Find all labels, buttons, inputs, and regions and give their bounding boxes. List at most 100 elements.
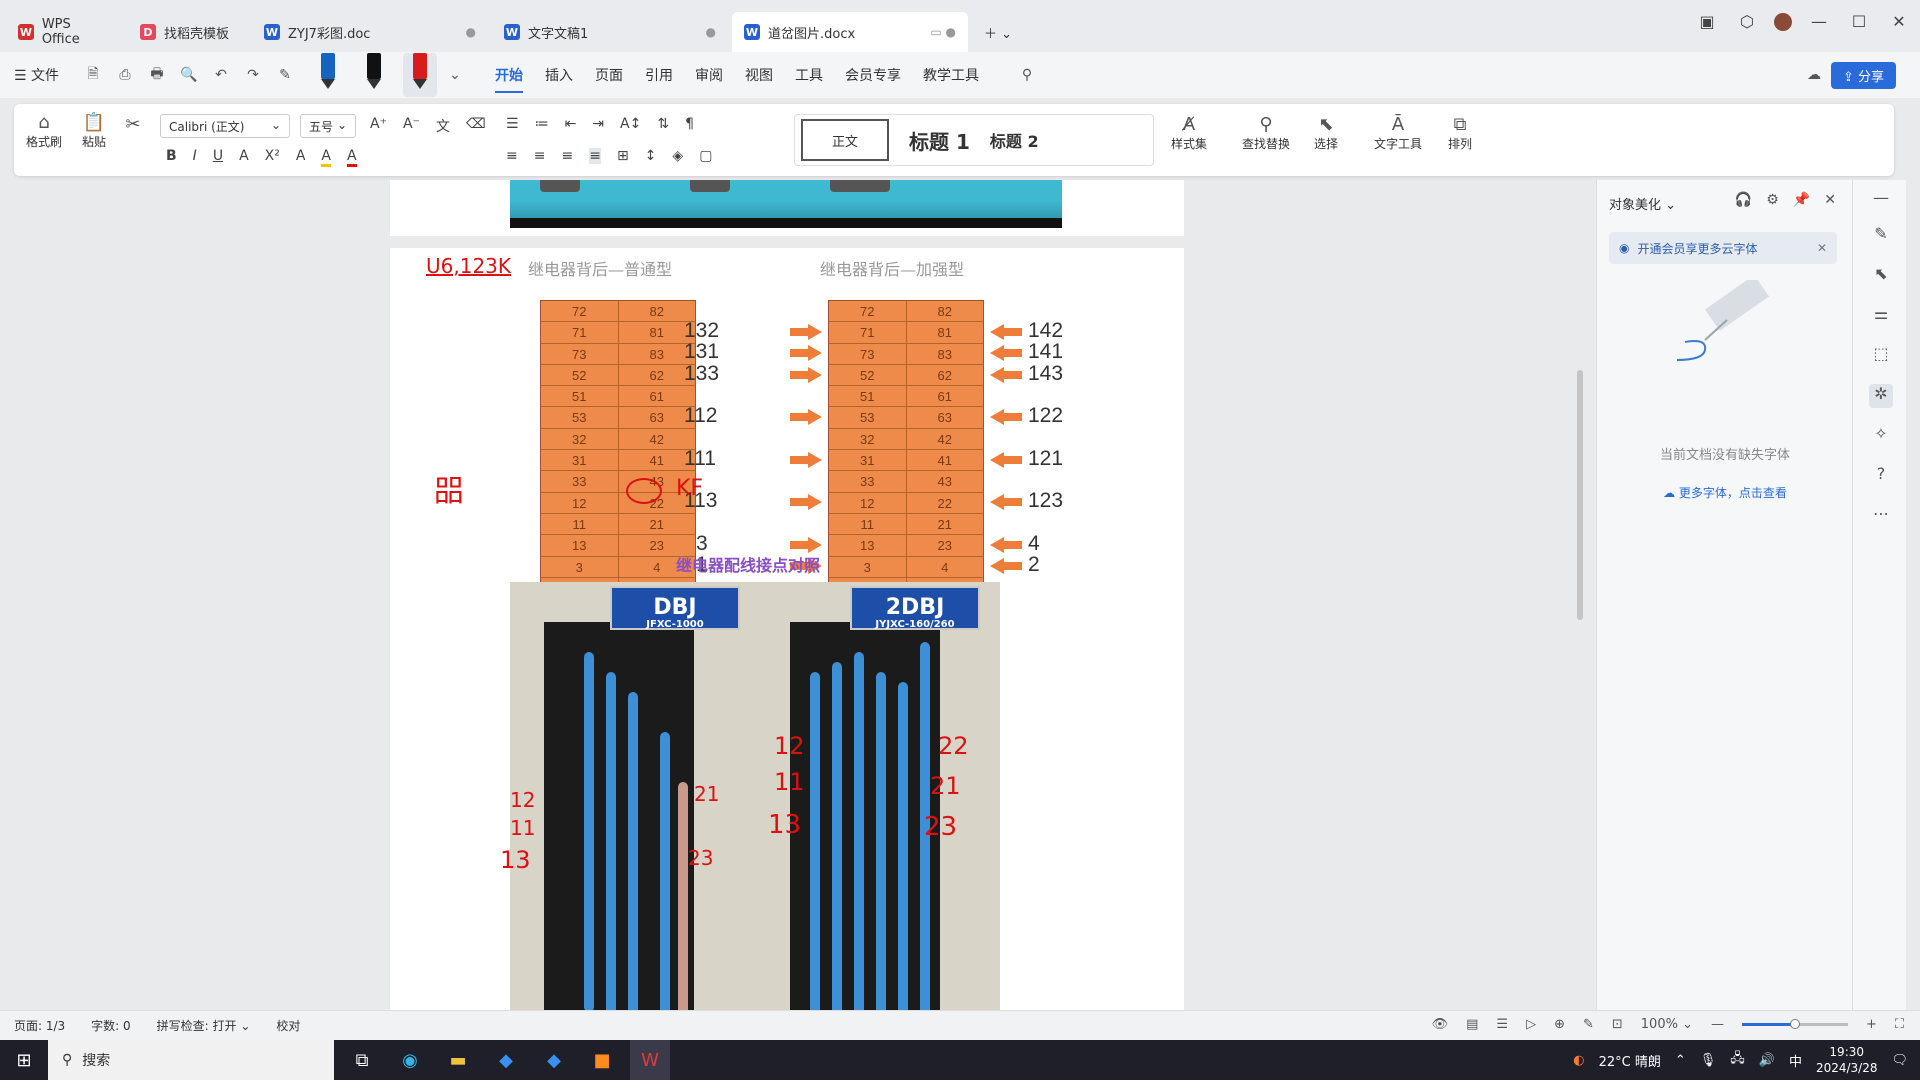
search-icon[interactable]: ⚲ (1015, 63, 1039, 87)
minimize-button[interactable]: — (1806, 12, 1832, 31)
select-button[interactable]: ⬉ 选择 (1304, 114, 1348, 152)
cut-icon[interactable]: ✂ (122, 114, 144, 135)
menu-tab-0[interactable]: 开始 (495, 65, 524, 93)
underline-button[interactable]: U (213, 148, 223, 167)
avatar[interactable] (1774, 12, 1792, 31)
shrink-font-icon[interactable]: A⁻ (403, 116, 420, 136)
file-menu[interactable]: ☰ 文件 (14, 65, 59, 85)
indent-icon[interactable]: ⇥ (592, 116, 604, 132)
distribute-icon[interactable]: ⊞ (617, 148, 629, 164)
help-icon[interactable]: ? (1869, 464, 1893, 488)
show-marks-icon[interactable]: ¶ (685, 116, 694, 132)
wps-taskbar-icon[interactable]: W (630, 1040, 670, 1080)
layout-icon[interactable]: ▣ (1694, 12, 1720, 31)
menu-tab-5[interactable]: 视图 (745, 65, 773, 85)
pen-tool-icon[interactable] (403, 53, 438, 97)
app-icon[interactable]: ◆ (534, 1040, 574, 1080)
member-promo-banner[interactable]: ◉ 开通会员享更多云字体 ✕ (1609, 232, 1837, 264)
zoom-out-button[interactable]: — (1711, 1017, 1724, 1032)
app-icon[interactable]: ◆ (486, 1040, 526, 1080)
tab-2[interactable]: W ZYJ7彩图.doc ● (252, 12, 488, 52)
zoom-slider[interactable] (1741, 1019, 1848, 1029)
task-view-icon[interactable]: ⧉ (342, 1040, 382, 1080)
tab-3[interactable]: W 文字文稿1 ● (492, 12, 728, 52)
style-normal[interactable]: 正文 (801, 119, 889, 161)
file-explorer-icon[interactable]: ▬ (438, 1040, 478, 1080)
paste-button[interactable]: 📋 粘贴 (74, 112, 114, 150)
adjust-icon[interactable]: ⚌ (1869, 304, 1893, 328)
menu-tab-8[interactable]: 教学工具 (923, 65, 979, 85)
format-painter-button[interactable]: ⌂ 格式刷 (24, 112, 64, 150)
page-view-icon[interactable]: ▤ (1466, 1017, 1478, 1032)
export-icon[interactable]: ⎙ (113, 63, 137, 87)
strikethrough-button[interactable]: A (239, 148, 249, 167)
font-family-select[interactable]: Calibri (正文) ⌄ (160, 114, 290, 138)
highlight-button[interactable]: A (321, 148, 331, 167)
text-effect-button[interactable]: A (296, 148, 306, 167)
proofread[interactable]: 校对 (276, 1017, 300, 1034)
format-brush-icon[interactable]: ✎ (273, 63, 297, 87)
shading-icon[interactable]: ◈ (672, 148, 683, 164)
zoom-level[interactable]: 100% ⌄ (1641, 1017, 1693, 1032)
menu-tab-4[interactable]: 审阅 (695, 65, 723, 85)
word-count[interactable]: 字数: 0 (91, 1017, 131, 1034)
fit-icon[interactable]: ⊡ (1612, 1017, 1623, 1032)
outdent-icon[interactable]: ⇤ (565, 116, 577, 132)
taskbar-search[interactable]: ⚲ 搜索 (48, 1040, 334, 1080)
document-area[interactable]: 继电器背后—普通型 继电器背后—加强型 72 82 71 81 73 83 52 62 51 61… (0, 180, 1580, 1010)
close-window-button[interactable]: ✕ (1886, 12, 1912, 31)
menu-tab-2[interactable]: 页面 (595, 65, 623, 85)
zoom-slider-knob[interactable] (1789, 1019, 1800, 1029)
menu-tab-7[interactable]: 会员专享 (845, 65, 901, 85)
play-icon[interactable]: ▷ (1526, 1017, 1536, 1032)
cloud-icon[interactable]: ☁ (1802, 63, 1826, 87)
tab-0[interactable]: W WPS Office (6, 12, 124, 52)
menu-tab-3[interactable]: 引用 (645, 65, 673, 85)
grow-font-icon[interactable]: A⁺ (370, 116, 387, 136)
web-view-icon[interactable]: ⊕ (1554, 1017, 1565, 1032)
print-preview-icon[interactable]: 🔍 (177, 63, 201, 87)
align-right-icon[interactable]: ≡ (561, 148, 573, 164)
edit-icon[interactable]: ✎ (1869, 224, 1893, 248)
notification-icon[interactable]: 🗨 (1891, 1053, 1908, 1068)
share-button[interactable]: ⇪ 分享 (1830, 62, 1896, 89)
style-heading-1[interactable]: 标题 1 (909, 126, 970, 155)
clock[interactable]: 19:30 2024/3/28 (1816, 1044, 1878, 1076)
switch-machine-photo[interactable] (510, 180, 1062, 228)
settings-icon[interactable]: ⚙ (1766, 192, 1779, 208)
spell-check[interactable]: 拼写检查: 打开 ⌄ (157, 1017, 251, 1034)
more-icon[interactable]: ⋯ (1869, 504, 1893, 528)
ime-indicator[interactable]: 中 (1789, 1051, 1802, 1070)
clear-format-icon[interactable]: ⌫ (466, 116, 486, 136)
scrollbar-thumb[interactable] (1577, 370, 1583, 620)
tab-1[interactable]: D 找稻壳模板 (128, 12, 248, 52)
beautify-icon[interactable]: ✲ (1869, 384, 1893, 408)
undo-icon[interactable]: ↶ (209, 63, 233, 87)
align-center-icon[interactable]: ≡ (534, 148, 546, 164)
fullscreen-icon[interactable]: ⛶ (1895, 1017, 1904, 1032)
close-icon[interactable]: ✕ (1824, 192, 1836, 208)
maximize-button[interactable]: ☐ (1846, 12, 1872, 31)
relay-wiring-photo[interactable]: DBJ JFXC-1000 2DBJ JYJXC-160/260 (510, 582, 1000, 1010)
page-count[interactable]: 页面: 1/3 (14, 1017, 65, 1034)
phonetic-icon[interactable]: 文 (436, 116, 450, 136)
edge-browser-icon[interactable]: ◉ (390, 1040, 430, 1080)
relay-contact-table-enhanced[interactable]: 72 82 71 81 73 83 52 62 51 61 53 63 32 42 31 41 33 43 12 22… (828, 300, 984, 601)
vertical-scrollbar[interactable] (1574, 180, 1586, 1010)
chevron-up-icon[interactable]: ⌃ (1675, 1053, 1686, 1068)
cube-icon[interactable]: ⬡ (1734, 12, 1760, 31)
microphone-icon[interactable]: 🎙 (1700, 1053, 1717, 1068)
windows-start-icon[interactable]: ⊞ (0, 1040, 48, 1080)
tab-4[interactable]: W 道岔图片.docx ▭ ● (732, 12, 968, 52)
tab-close-icon[interactable]: ● (706, 25, 716, 39)
image-tool-icon[interactable]: ⬚ (1869, 344, 1893, 368)
styles-set-button[interactable]: A̸ 样式集 (1164, 114, 1214, 152)
line-spacing-icon[interactable]: ↕ (645, 148, 657, 164)
weather-icon[interactable]: ◐ (1573, 1053, 1584, 1068)
save-icon[interactable]: 🗎 (81, 63, 105, 87)
relay-contact-table-normal[interactable]: 72 82 71 81 73 83 52 62 51 61 53 63 32 42 31 41 33 43 12 22… (540, 300, 696, 601)
collapse-icon[interactable]: — (1869, 188, 1893, 212)
weather-text[interactable]: 22°C 晴朗 (1599, 1051, 1661, 1070)
pen-tool-icon[interactable] (357, 53, 391, 97)
numbered-list-icon[interactable]: ≔ (535, 116, 549, 132)
